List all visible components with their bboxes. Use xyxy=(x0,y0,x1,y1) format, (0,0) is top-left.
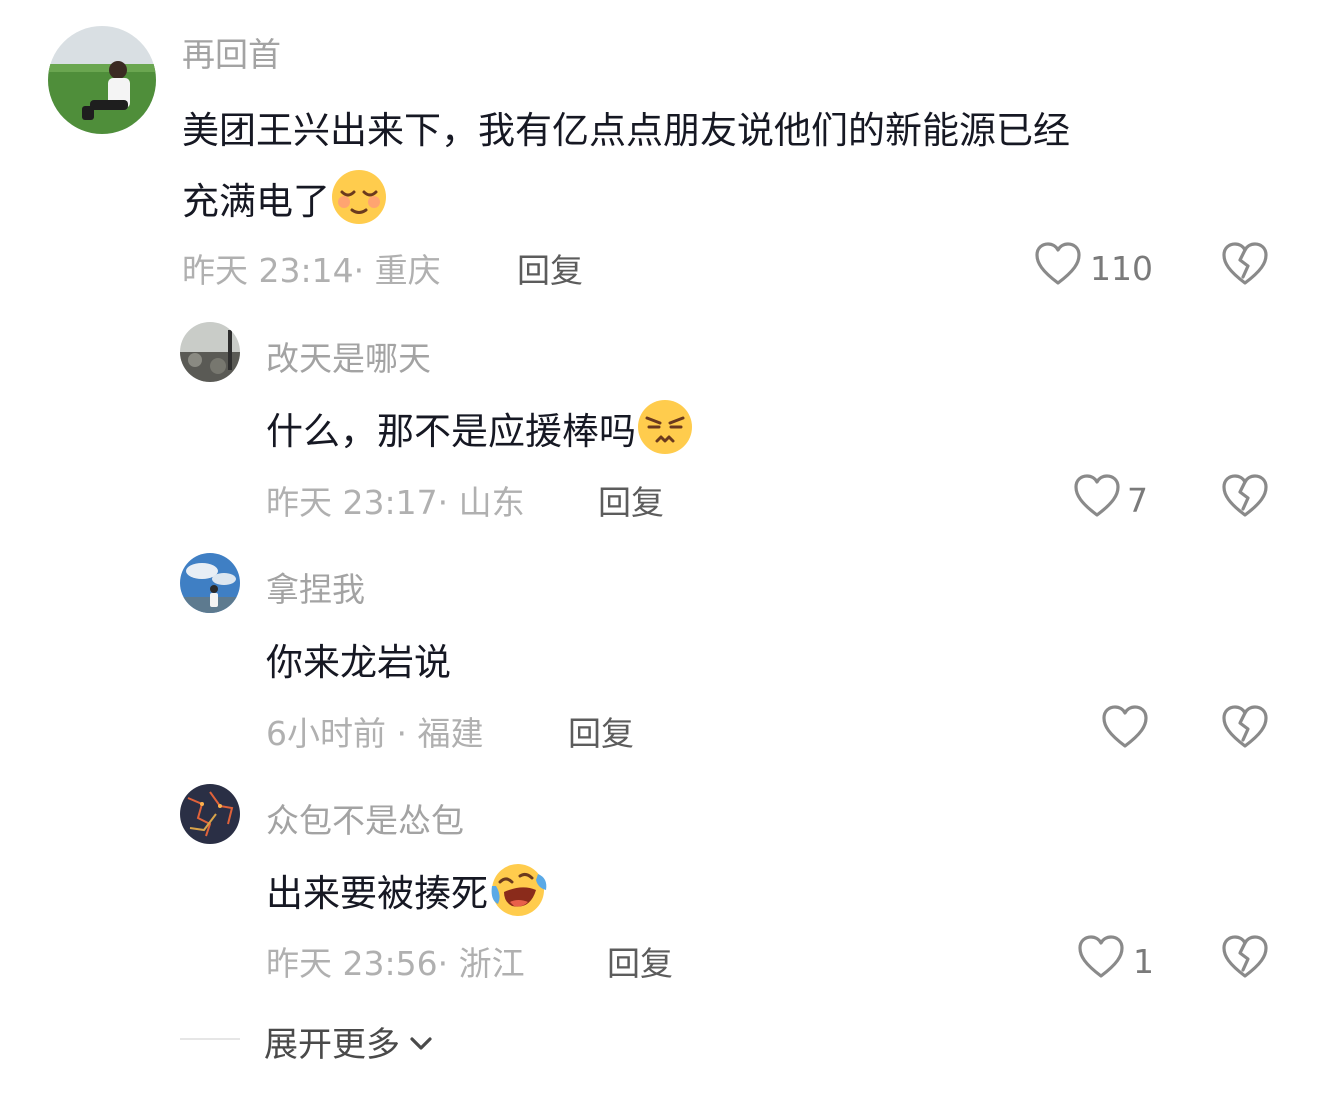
comment-meta: 6小时前 · 福建 xyxy=(266,714,484,753)
avatar[interactable] xyxy=(48,26,156,134)
comment-time: 昨天 23:17 xyxy=(266,483,438,522)
comment-text-line-1: 出来要被揍死 xyxy=(266,860,548,927)
comment-username[interactable]: 拿捏我 xyxy=(266,563,365,611)
comment-text: 什么，那不是应援棒吗 xyxy=(266,410,636,453)
broken-heart-icon xyxy=(1221,705,1269,754)
like-count: 7 xyxy=(1127,480,1148,520)
comment-location: 重庆 xyxy=(374,251,441,290)
dislike-button[interactable] xyxy=(1221,241,1269,291)
comment-username[interactable]: 众包不是怂包 xyxy=(266,794,464,842)
avatar[interactable] xyxy=(180,322,240,382)
expand-more-label: 展开更多 xyxy=(264,1025,400,1065)
chevron-down-icon xyxy=(408,1022,434,1062)
reply-button[interactable]: 回复 xyxy=(517,244,583,292)
avatar[interactable] xyxy=(180,553,240,613)
dislike-button[interactable] xyxy=(1221,704,1269,754)
comment-location: 福建 xyxy=(417,714,484,753)
reply-button[interactable]: 回复 xyxy=(598,476,664,524)
expand-more-button[interactable]: 展开更多 xyxy=(264,1017,434,1066)
dislike-button[interactable] xyxy=(1221,934,1269,984)
comment-meta: 昨天 23:17· 山东 xyxy=(266,483,525,522)
like-button[interactable]: 7 xyxy=(1073,473,1148,527)
broken-heart-icon xyxy=(1221,242,1269,291)
comment-time: 昨天 23:56 xyxy=(266,944,438,983)
reply-button[interactable]: 回复 xyxy=(568,707,634,755)
comment-location: 山东 xyxy=(458,483,525,522)
heart-outline-icon xyxy=(1077,934,1125,988)
comment-text-line-1: 你来龙岩说 xyxy=(266,641,451,684)
divider xyxy=(180,1038,240,1040)
broken-heart-icon xyxy=(1221,935,1269,984)
dislike-button[interactable] xyxy=(1221,473,1269,523)
comment-time: 昨天 23:14 xyxy=(182,251,354,290)
reply-button[interactable]: 回复 xyxy=(607,937,673,985)
comment-username[interactable]: 再回首 xyxy=(182,28,281,76)
comment-text-line-1: 美团王兴出来下，我有亿点点朋友说他们的新能源已经 xyxy=(182,109,1070,152)
comment-username[interactable]: 改天是哪天 xyxy=(266,332,431,380)
like-count: 110 xyxy=(1090,248,1153,288)
comment-text: 充满电了 xyxy=(182,180,330,223)
heart-outline-icon xyxy=(1034,241,1082,295)
heart-outline-icon xyxy=(1073,473,1121,527)
broken-heart-icon xyxy=(1221,474,1269,523)
like-button[interactable]: 110 xyxy=(1034,241,1153,295)
comment-location: 浙江 xyxy=(458,944,525,983)
smile-eyes-closed-emoji xyxy=(330,168,388,235)
crying-laughing-emoji xyxy=(488,860,548,927)
squinting-annoyed-emoji xyxy=(636,398,694,465)
heart-outline-icon xyxy=(1101,704,1149,758)
avatar[interactable] xyxy=(180,784,240,844)
comment-time: 6小时前 xyxy=(266,714,386,753)
comment-text-line-2: 充满电了 xyxy=(182,168,388,235)
comment-text: 出来要被揍死 xyxy=(266,872,488,915)
comment-text-line-1: 什么，那不是应援棒吗 xyxy=(266,398,694,465)
like-count: 1 xyxy=(1133,941,1154,981)
comment-meta: 昨天 23:56· 浙江 xyxy=(266,944,525,983)
like-button[interactable] xyxy=(1101,704,1149,758)
comment-meta: 昨天 23:14· 重庆 xyxy=(182,251,441,290)
like-button[interactable]: 1 xyxy=(1077,934,1154,988)
